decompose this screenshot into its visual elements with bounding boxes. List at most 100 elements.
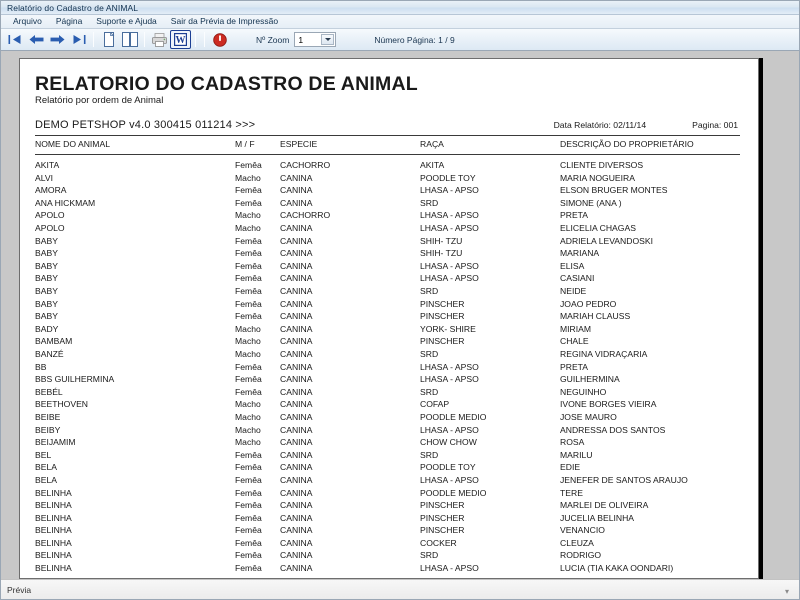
cell-nome: BELINHA <box>35 562 235 575</box>
cell-proprietario: ADRIELA LEVANDOSKI <box>560 235 740 248</box>
cell-nome: BADY <box>35 323 235 336</box>
cell-proprietario: CASIANI <box>560 272 740 285</box>
export-word-button[interactable]: W <box>170 30 191 49</box>
cell-mf: Femêa <box>235 361 280 374</box>
cell-especie: CANINA <box>280 411 420 424</box>
cell-mf: Macho <box>235 172 280 185</box>
zoom-select-value: 1 <box>298 35 303 45</box>
cell-raca: AKITA <box>420 159 560 172</box>
cell-nome: BELINHA <box>35 524 235 537</box>
cell-mf: Femêa <box>235 562 280 575</box>
cell-raca: LHASA - APSO <box>420 361 560 374</box>
cell-especie: CANINA <box>280 235 420 248</box>
cell-raca: LHASA - APSO <box>420 184 560 197</box>
cell-mf: Femêa <box>235 247 280 260</box>
table-header-row: NOME DO ANIMAL M / F ESPECIE RAÇA DESCRI… <box>35 136 740 155</box>
cell-proprietario: MARIA NOGUEIRA <box>560 172 740 185</box>
column-header-mf: M / F <box>235 138 280 151</box>
cell-mf: Macho <box>235 398 280 411</box>
cell-mf: Macho <box>235 348 280 361</box>
cell-especie: CANINA <box>280 222 420 235</box>
cell-proprietario: JUCELIA BELINHA <box>560 512 740 525</box>
table-row: BABYFemêaCANINALHASA - APSOCASIANI <box>35 272 740 285</box>
cell-nome: BBS GUILHERMINA <box>35 373 235 386</box>
cell-raca: SHIH- TZU <box>420 247 560 260</box>
cell-mf: Femêa <box>235 537 280 550</box>
table-row: BBS GUILHERMINAFemêaCANINALHASA - APSOGU… <box>35 373 740 386</box>
table-row: BEETHOVENMachoCANINACOFAPIVONE BORGES VI… <box>35 398 740 411</box>
cell-nome: BELINHA <box>35 512 235 525</box>
cell-mf: Femêa <box>235 260 280 273</box>
previous-page-button[interactable] <box>26 30 47 49</box>
svg-text:W: W <box>176 35 186 46</box>
cell-especie: CANINA <box>280 499 420 512</box>
last-page-icon <box>71 34 86 45</box>
toolbar-separator <box>195 32 196 47</box>
cell-nome: AKITA <box>35 159 235 172</box>
cell-especie: CANINA <box>280 373 420 386</box>
report-meta-row: DEMO PETSHOP v4.0 300415 011214 >>> Data… <box>35 119 740 131</box>
table-row: BELINHAFemêaCANINAPINSCHERMARLEI DE OLIV… <box>35 499 740 512</box>
cell-raca: POODLE MEDIO <box>420 487 560 500</box>
cell-proprietario: TERE <box>560 487 740 500</box>
cell-mf: Macho <box>235 411 280 424</box>
cell-raca: SHIH- TZU <box>420 235 560 248</box>
menu-arquivo[interactable]: Arquivo <box>6 15 49 28</box>
cell-raca: COFAP <box>420 398 560 411</box>
preview-canvas[interactable]: RELATORIO DO CADASTRO DE ANIMAL Relatóri… <box>1 51 799 579</box>
zoom-control-group: Nº Zoom 1 <box>256 32 336 47</box>
cell-mf: Macho <box>235 323 280 336</box>
table-row: ALVIMachoCANINAPOODLE TOYMARIA NOGUEIRA <box>35 172 740 185</box>
cell-nome: BEIBE <box>35 411 235 424</box>
cell-raca: PINSCHER <box>420 512 560 525</box>
cell-nome: BABY <box>35 235 235 248</box>
cell-nome: BABY <box>35 260 235 273</box>
resize-grip-icon[interactable]: ▾ <box>781 584 793 596</box>
cell-nome: ALVI <box>35 172 235 185</box>
first-page-button[interactable] <box>5 30 26 49</box>
single-page-view-button[interactable] <box>98 30 119 49</box>
table-row: BEIBEMachoCANINAPOODLE MEDIOJOSE MAURO <box>35 411 740 424</box>
cell-nome: BEETHOVEN <box>35 398 235 411</box>
table-row: BELINHAFemêaCANINACOCKERCLEUZA <box>35 537 740 550</box>
cell-proprietario: IVONE BORGES VIEIRA <box>560 398 740 411</box>
cell-mf: Femêa <box>235 310 280 323</box>
cell-proprietario: ELSON BRUGER MONTES <box>560 184 740 197</box>
cell-especie: CANINA <box>280 461 420 474</box>
cell-raca: SRD <box>420 386 560 399</box>
menu-sair-da-previa-de-impressao[interactable]: Sair da Prévia de Impressão <box>164 15 285 28</box>
cell-proprietario: JOSE MAURO <box>560 411 740 424</box>
table-row: BELINHAFemêaCANINALHASA - APSOLUCIA (TIA… <box>35 562 740 575</box>
print-button[interactable] <box>149 30 170 49</box>
cell-especie: CANINA <box>280 398 420 411</box>
two-page-view-button[interactable] <box>119 30 140 49</box>
cell-nome: ANA HICKMAM <box>35 197 235 210</box>
last-page-button[interactable] <box>68 30 89 49</box>
cell-mf: Femêa <box>235 373 280 386</box>
cell-nome: BB <box>35 361 235 374</box>
close-preview-icon <box>213 33 227 47</box>
cell-especie: CANINA <box>280 323 420 336</box>
close-preview-button[interactable] <box>209 30 230 49</box>
cell-especie: CANINA <box>280 436 420 449</box>
cell-especie: CANINA <box>280 272 420 285</box>
window-titlebar: Relatório do Cadastro de ANIMAL <box>1 1 799 15</box>
cell-mf: Macho <box>235 209 280 222</box>
cell-raca: COCKER <box>420 537 560 550</box>
cell-raca: PINSCHER <box>420 524 560 537</box>
zoom-select[interactable]: 1 <box>294 32 336 47</box>
table-row: BADYMachoCANINAYORK- SHIREMIRIAM <box>35 323 740 336</box>
column-header-raca: RAÇA <box>420 138 560 151</box>
cell-proprietario: RODRIGO <box>560 549 740 562</box>
cell-mf: Macho <box>235 335 280 348</box>
cell-raca: PINSCHER <box>420 298 560 311</box>
cell-nome: BAMBAM <box>35 335 235 348</box>
table-row: BABYFemêaCANINAPINSCHERJOAO PEDRO <box>35 298 740 311</box>
next-page-button[interactable] <box>47 30 68 49</box>
cell-nome: BEL <box>35 449 235 462</box>
menu-pagina[interactable]: Página <box>49 15 89 28</box>
cell-mf: Femêa <box>235 499 280 512</box>
table-row: BABYFemêaCANINASHIH- TZUADRIELA LEVANDOS… <box>35 235 740 248</box>
menu-suporte-e-ajuda[interactable]: Suporte e Ajuda <box>89 15 164 28</box>
chevron-down-icon[interactable] <box>321 34 334 45</box>
